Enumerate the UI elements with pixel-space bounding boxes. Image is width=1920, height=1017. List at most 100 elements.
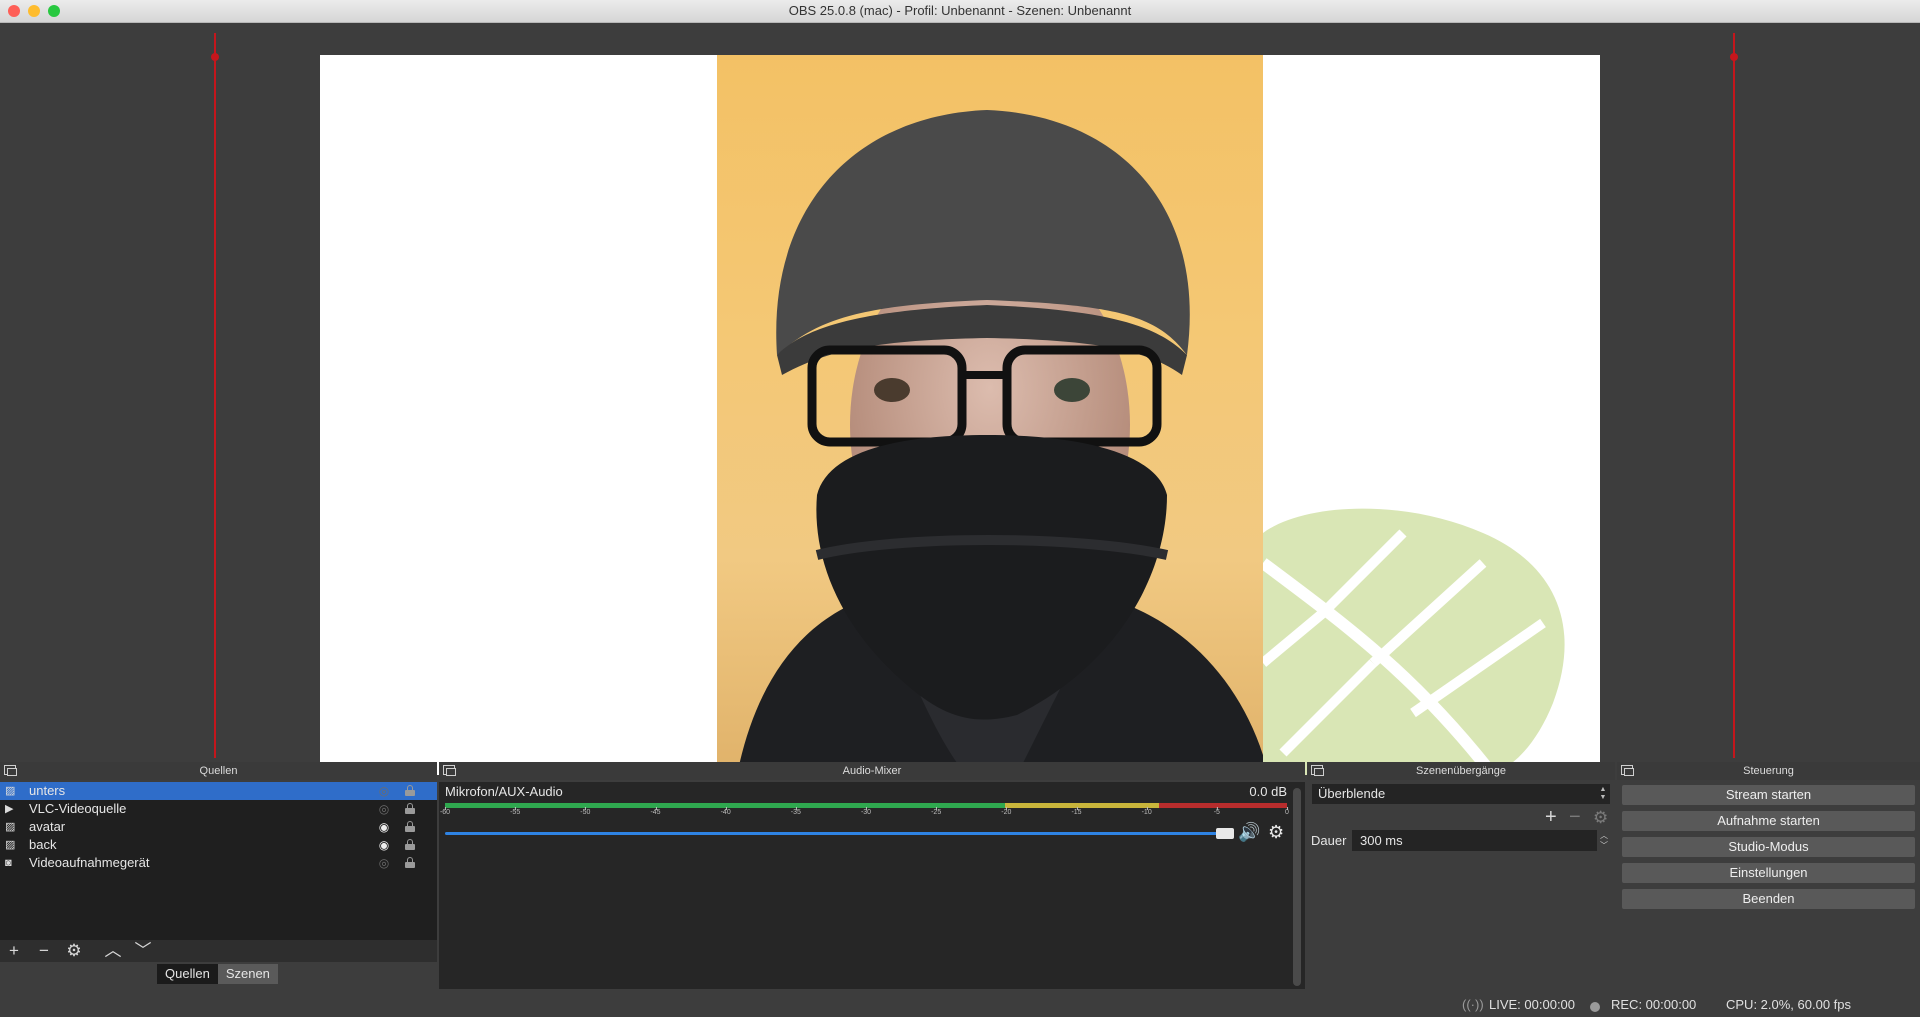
meter-tick-label: -25 [931,807,942,816]
meter-tick-label: -10 [1141,807,1152,816]
gear-icon[interactable]: ⚙ [1593,808,1608,828]
sources-toolbar: + − ⚙ ︿ ﹀ [0,940,437,962]
broadcast-icon: ((·)) [1462,997,1484,1012]
meter-tick-label: -35 [790,807,801,816]
meter-tick-label: -30 [860,807,872,816]
meter-tick-label: -40 [720,807,731,816]
tab-szenen[interactable]: Szenen [217,964,278,984]
gear-icon[interactable]: ⚙ [63,941,85,961]
transition-select[interactable]: Überblende ▲ ▼ [1312,784,1610,804]
start-stream-button[interactable]: Stream starten [1622,785,1915,805]
source-label: unters [29,783,66,798]
controls-title: Steuerung [1743,765,1794,777]
undock-icon[interactable] [443,765,456,776]
sources-dock-title: Quellen [199,765,238,777]
left-guide-line [214,33,216,758]
mixer-scrollbar[interactable] [1293,788,1301,986]
tab-quellen[interactable]: Quellen [157,964,218,984]
right-guide-line [1733,33,1735,758]
lock-icon[interactable] [405,821,415,832]
sources-list[interactable]: ▨ unters ◎ ▶ VLC-Videoquelle ◎ ▨ avatar … [0,782,437,940]
lock-icon[interactable] [405,785,415,796]
transitions-title: Szenenübergänge [1416,765,1506,777]
undock-icon[interactable] [4,765,17,776]
lock-icon[interactable] [405,857,415,868]
move-down-button[interactable]: ﹀ [132,941,154,961]
visibility-hidden-icon[interactable]: ◎ [376,854,392,872]
duration-stepper[interactable]: ︿ ﹀ [1598,831,1610,851]
speaker-icon[interactable]: 🔊 [1238,822,1260,843]
volume-slider-handle[interactable] [1216,828,1234,839]
add-source-button[interactable]: + [3,941,25,961]
meter-tick-label: -5 [1213,807,1220,816]
visibility-eye-icon[interactable]: ◉ [376,818,392,836]
image-icon: ▨ [5,839,16,851]
scene-transitions-dock: Szenenübergänge Überblende ▲ ▼ + − ⚙ Daue… [1307,762,1615,992]
rec-timer: REC: 00:00:00 [1611,997,1697,1012]
transition-selected-value: Überblende [1318,786,1386,801]
meter-tick-label: -50 [580,807,591,816]
preview-area[interactable] [0,23,1920,775]
channel-level: 0.0 dB [1249,784,1287,799]
meter-tick-label: -55 [510,807,521,816]
left-guide-handle[interactable] [211,53,219,61]
lock-icon[interactable] [405,803,415,814]
remove-source-button[interactable]: − [33,941,55,961]
audio-mixer-dock: Audio-Mixer Mikrofon/AUX-Audio 0.0 dB -6… [439,762,1305,992]
move-up-button[interactable]: ︿ [102,941,124,961]
volume-slider-track[interactable] [445,832,1225,835]
source-row-back[interactable]: ▨ back ◉ [0,836,437,854]
right-guide-handle[interactable] [1730,53,1738,61]
source-label: avatar [29,819,66,834]
visibility-hidden-icon[interactable]: ◎ [376,800,392,818]
avatar-image [717,55,1263,775]
undock-icon[interactable] [1311,765,1324,776]
leaf-graphic [1263,508,1565,775]
undock-icon[interactable] [1621,765,1634,776]
source-row-vlc-videoquelle[interactable]: ▶ VLC-Videoquelle ◎ [0,800,437,818]
record-indicator-icon [1590,1002,1600,1012]
close-window-button[interactable] [8,5,20,17]
sources-dock: Quellen ▨ unters ◎ ▶ VLC-Videoquelle ◎ ▨… [0,762,437,992]
duration-label: Dauer [1311,833,1347,848]
audio-mixer-header: Audio-Mixer [439,762,1305,780]
meter-tick-label: -45 [650,807,661,816]
visibility-hidden-icon[interactable]: ◎ [376,782,392,800]
duration-value: 300 ms [1360,833,1403,848]
channel-name: Mikrofon/AUX-Audio [445,784,563,799]
dock-tabbar: Quellen Szenen [157,964,278,984]
mixer-body: Mikrofon/AUX-Audio 0.0 dB -60 -55 -50 -45 -4… [439,782,1305,989]
start-recording-button[interactable]: Aufnahme starten [1622,811,1915,831]
meter-tick-label: 0 [1285,807,1289,816]
controls-dock: Steuerung Stream starten Aufnahme starte… [1617,762,1920,992]
studio-mode-button[interactable]: Studio-Modus [1622,837,1915,857]
duration-input[interactable]: 300 ms [1352,830,1597,851]
image-icon: ▨ [5,785,16,797]
source-row-avatar[interactable]: ▨ avatar ◉ [0,818,437,836]
source-label: VLC-Videoquelle [29,801,127,816]
gear-icon[interactable]: ⚙ [1268,822,1284,843]
zoom-window-button[interactable] [48,5,60,17]
window-title: OBS 25.0.8 (mac) - Profil: Unbenannt - S… [788,3,1132,18]
person-photo-illustration [737,110,1263,775]
source-row-videoaufnahmegeraet[interactable]: ◙ Videoaufnahmegerät ◎ [0,854,437,872]
exit-button[interactable]: Beenden [1622,889,1915,909]
add-transition-button[interactable]: + [1545,806,1557,829]
visibility-eye-icon[interactable]: ◉ [376,836,392,854]
cpu-fps-readout: CPU: 2.0%, 60.00 fps [1726,997,1852,1012]
image-icon: ▨ [5,821,16,833]
source-label: Videoaufnahmegerät [29,855,150,870]
source-row-unters[interactable]: ▨ unters ◎ [0,782,437,800]
lock-icon[interactable] [405,839,415,850]
preview-canvas[interactable] [320,55,1600,775]
status-bar: ((·)) LIVE: 00:00:00 REC: 00:00:00 CPU: … [0,994,1920,1017]
controls-header: Steuerung [1617,762,1920,780]
window-titlebar: OBS 25.0.8 (mac) - Profil: Unbenannt - S… [0,0,1920,23]
remove-transition-button[interactable]: − [1569,806,1581,829]
meter-ticks: -60 -55 -50 -45 -40 -35 -30 -25 -20 -15 -10 -5 0 [440,807,1289,821]
transitions-header: Szenenübergänge [1307,762,1615,780]
meter-tick-label: -15 [1071,807,1082,816]
live-timer: LIVE: 00:00:00 [1489,997,1576,1012]
settings-button[interactable]: Einstellungen [1622,863,1915,883]
minimize-window-button[interactable] [28,5,40,17]
